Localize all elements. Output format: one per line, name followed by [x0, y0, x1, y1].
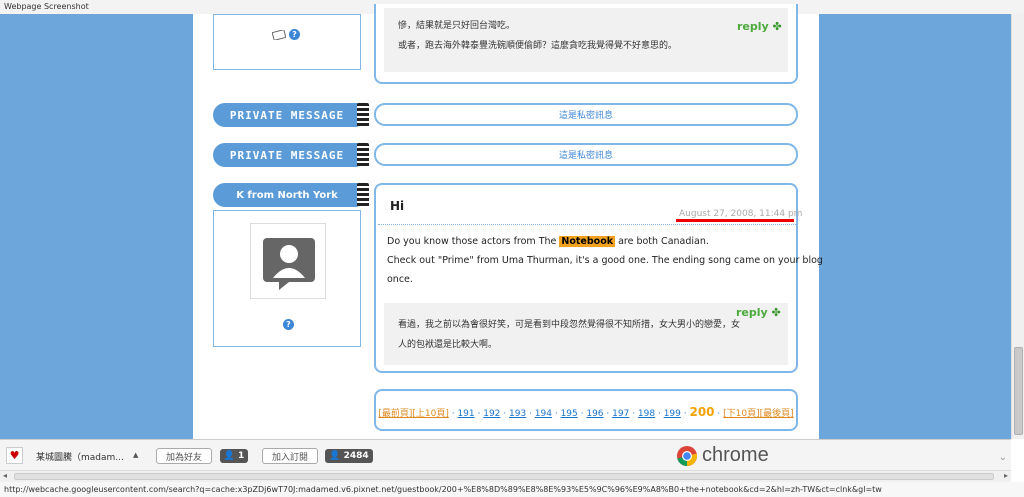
film-strip-icon	[357, 183, 369, 207]
post-date[interactable]: August 27, 2008, 11:44 pm	[679, 209, 802, 219]
pager-page[interactable]: 193	[509, 409, 526, 419]
scroll-left-icon[interactable]: ◂	[3, 471, 7, 480]
comment-box-top: 慘，結果就是只好回台灣吃。 或者，跑去海外韓泰豐洗碗順便偷師？這麼貪吃我覺得覺不…	[374, 4, 798, 84]
collapse-icon[interactable]: ⌄	[999, 452, 1007, 463]
private-message-label-1: PRIVATE MESSAGE	[213, 103, 369, 127]
reply-area: 看過，我之前以為會很好笑，可是看到中段忽然覺得很不知所措，女大男小的戀愛，女 人…	[384, 303, 788, 365]
author-name-pill[interactable]: K from North York	[213, 183, 369, 207]
envelope-icon[interactable]	[272, 29, 286, 40]
pm-label: PRIVATE MESSAGE	[229, 148, 345, 162]
sidebar-icons: ?	[272, 29, 300, 40]
film-strip-icon	[357, 103, 369, 127]
scroll-right-icon[interactable]: ▸	[1004, 471, 1008, 480]
chrome-ad[interactable]: chrome	[676, 444, 769, 467]
post-text-line1: Do you know those actors from The Notebo…	[387, 233, 709, 251]
person-icon: 👤	[223, 451, 235, 461]
pager-last[interactable]: [最後頁]	[760, 409, 794, 419]
pager-prev10[interactable]: [上10頁]	[412, 409, 448, 419]
reply-text-line1: 慘，結果就是只好回台灣吃。	[398, 21, 516, 31]
pm-text: 這是私密訊息	[558, 151, 613, 161]
text-span: are both Canadian.	[615, 236, 709, 247]
pager-page[interactable]: 194	[535, 409, 552, 419]
film-strip-icon	[357, 143, 369, 167]
help-icon[interactable]: ?	[289, 29, 300, 40]
reply-text-line1: 看過，我之前以為會很好笑，可是看到中段忽然覺得很不知所措，女大男小的戀愛，女	[398, 320, 741, 330]
reply-label: reply	[737, 20, 769, 33]
private-message-label-2: PRIVATE MESSAGE	[213, 143, 369, 167]
pager-next10[interactable]: [下10頁]	[723, 409, 759, 419]
pager-page[interactable]: 199	[664, 409, 681, 419]
post-title: Hi	[390, 199, 405, 213]
scrollbar-thumb[interactable]	[1014, 347, 1023, 435]
author-avatar-box: ?	[213, 210, 361, 347]
private-message-box-2: 這是私密訊息	[374, 143, 798, 166]
pager-page[interactable]: 195	[561, 409, 578, 419]
search-highlight: Notebook	[559, 236, 616, 247]
heart-icon[interactable]: ♥	[6, 447, 23, 464]
reply-button-top[interactable]: reply ✤	[737, 20, 782, 33]
chrome-logo-icon	[677, 445, 698, 466]
pager-current: 200	[689, 405, 715, 419]
vertical-scrollbar[interactable]	[1011, 14, 1024, 439]
friend-count-badge: 👤 1	[220, 449, 248, 463]
clover-icon: ✤	[771, 306, 781, 319]
avatar[interactable]	[250, 223, 326, 299]
scrollbar-thumb[interactable]	[14, 473, 994, 480]
reply-text-line2: 或者，跑去海外韓泰豐洗碗順便偷師？這麼貪吃我覺得覺不好意思的。	[398, 41, 678, 51]
pm-text: 這是私密訊息	[558, 111, 613, 121]
sidebar-avatar-box: ?	[213, 14, 361, 70]
post-text-line3: once.	[387, 274, 413, 285]
subscribe-button[interactable]: 加入訂閱	[262, 448, 318, 464]
subscriber-count: 2484	[343, 451, 369, 461]
default-avatar-icon	[263, 238, 315, 290]
divider	[378, 224, 796, 225]
help-icon[interactable]: ?	[283, 319, 294, 330]
author-name: K from North York	[236, 189, 338, 201]
pager-page[interactable]: 198	[638, 409, 655, 419]
subscriber-count-badge: 👤 2484	[325, 449, 373, 463]
status-bar-url: http://webcache.googleusercontent.com/se…	[0, 482, 1024, 497]
add-friend-button[interactable]: 加為好友	[156, 448, 212, 464]
site-toolbar: ♥ 某城圖騰（madam... ▲ 加為好友 👤 1 加入訂閱 👤 2484 c…	[0, 439, 1011, 470]
chrome-label: chrome	[702, 444, 769, 466]
reply-text-line2: 人的包袱還是比較大啊。	[398, 340, 498, 350]
reply-label: reply	[736, 306, 768, 319]
horizontal-scrollbar[interactable]: ◂ ▸	[0, 470, 1011, 482]
pager-first[interactable]: [最前頁]	[378, 409, 412, 419]
private-message-box-1: 這是私密訊息	[374, 103, 798, 126]
person-icon: 👤	[329, 451, 341, 461]
reply-area-top: 慘，結果就是只好回台灣吃。 或者，跑去海外韓泰豐洗碗順便偷師？這麼貪吃我覺得覺不…	[384, 8, 788, 72]
pm-label: PRIVATE MESSAGE	[229, 108, 345, 122]
pager-page[interactable]: 196	[586, 409, 603, 419]
chevron-up-icon[interactable]: ▲	[133, 451, 138, 459]
pager-page[interactable]: 191	[457, 409, 474, 419]
pager-page[interactable]: 197	[612, 409, 629, 419]
post-text-line2: Check out "Prime" from Uma Thurman, it's…	[387, 255, 823, 266]
pagination: [最前頁][上10頁] · 191 · 192 · 193 · 194 · 19…	[378, 405, 794, 419]
date-underline-annotation	[676, 219, 794, 222]
pager-page[interactable]: 192	[483, 409, 500, 419]
reply-button[interactable]: reply ✤	[736, 306, 781, 319]
friend-count: 1	[238, 451, 245, 461]
toolbar-site-name[interactable]: 某城圖騰（madam...	[36, 450, 124, 463]
text-span: Do you know those actors from The	[387, 236, 560, 247]
clover-icon: ✤	[772, 20, 782, 33]
